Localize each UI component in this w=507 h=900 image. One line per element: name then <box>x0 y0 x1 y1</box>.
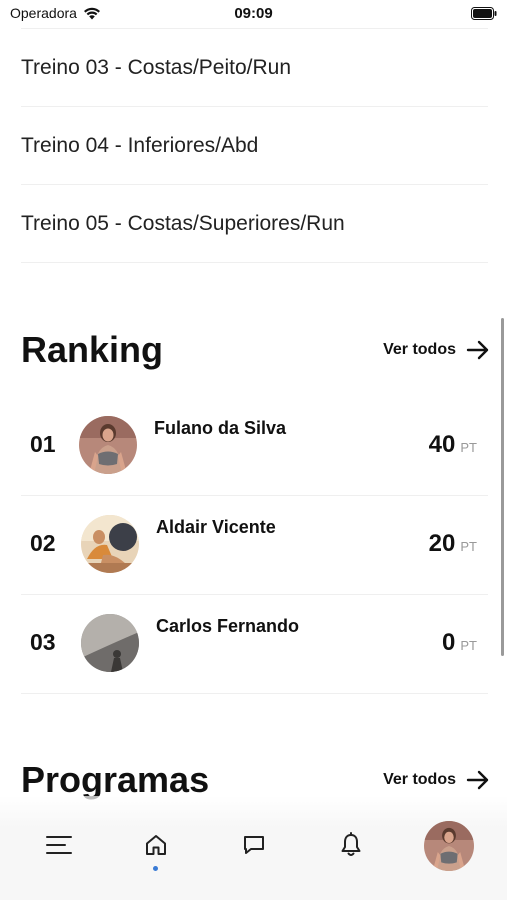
workout-label: Treino 04 - Inferiores/Abd <box>21 133 259 157</box>
see-all-label: Ver todos <box>383 341 456 358</box>
ranking-name: Fulano da Silva <box>154 418 287 438</box>
programs-title: Programas <box>21 759 210 800</box>
rank-score: 40 PT <box>429 431 477 459</box>
rank-points: 40 <box>428 431 456 458</box>
arrow-right-icon <box>466 770 489 790</box>
ranking-row[interactable]: 02 Aldair Vicente 20 PT <box>21 496 488 595</box>
nav-messages-button[interactable] <box>239 830 269 860</box>
bottom-nav <box>0 796 507 900</box>
workout-item[interactable]: Treino 04 - Inferiores/Abd <box>21 107 488 185</box>
profile-avatar[interactable] <box>424 821 474 871</box>
bell-icon <box>341 832 361 856</box>
rank-position: 02 <box>30 530 56 556</box>
battery-icon <box>471 7 497 20</box>
rank-points: 0 <box>442 629 456 656</box>
rank-score: 20 PT <box>429 530 477 558</box>
points-unit: PT <box>460 539 477 554</box>
workout-label: Treino 03 - Costas/Peito/Run <box>21 55 292 79</box>
nav-notifications-button[interactable] <box>336 830 366 860</box>
ranking-name: Aldair Vicente <box>156 517 276 537</box>
nav-menu-button[interactable] <box>44 830 74 860</box>
app-screen: Operadora 09:09 Treino 03 - Costas/Peito… <box>0 0 507 900</box>
ranking-row[interactable]: 03 Carlos Fernando 0 PT <box>21 595 488 694</box>
programs-see-all-button[interactable]: Ver todos <box>383 770 490 790</box>
arrow-right-icon <box>466 340 489 360</box>
scrollbar[interactable] <box>501 318 504 656</box>
workout-item[interactable]: Treino 03 - Costas/Peito/Run <box>21 29 488 107</box>
status-bar: Operadora 09:09 <box>0 0 507 28</box>
workout-list: Treino 03 - Costas/Peito/Run Treino 04 -… <box>21 28 488 263</box>
menu-icon <box>46 836 72 854</box>
rank-position: 01 <box>30 431 56 457</box>
ranking-title: Ranking <box>21 329 164 370</box>
ranking-see-all-button[interactable]: Ver todos <box>383 340 490 360</box>
avatar <box>81 614 139 672</box>
workout-item[interactable]: Treino 05 - Costas/Superiores/Run <box>21 185 488 263</box>
points-unit: PT <box>460 638 477 653</box>
points-unit: PT <box>460 440 477 455</box>
avatar <box>79 416 137 474</box>
rank-position: 03 <box>30 629 56 655</box>
see-all-label: Ver todos <box>383 771 456 788</box>
ranking-list: 01 Fulano da Silva 40 PT 02 Aldair Vicen… <box>21 397 488 694</box>
home-icon <box>146 835 166 855</box>
ranking-row[interactable]: 01 Fulano da Silva 40 PT <box>21 397 488 496</box>
avatar <box>81 515 139 573</box>
rank-score: 0 PT <box>442 629 477 657</box>
rank-points: 20 <box>428 530 456 557</box>
status-time: 09:09 <box>234 5 273 22</box>
workout-label: Treino 05 - Costas/Superiores/Run <box>21 211 345 235</box>
active-indicator <box>153 866 158 871</box>
ranking-header: Ranking Ver todos <box>21 326 490 374</box>
chat-icon <box>244 836 264 854</box>
nav-home-button[interactable] <box>141 830 171 860</box>
ranking-name: Carlos Fernando <box>156 616 300 636</box>
